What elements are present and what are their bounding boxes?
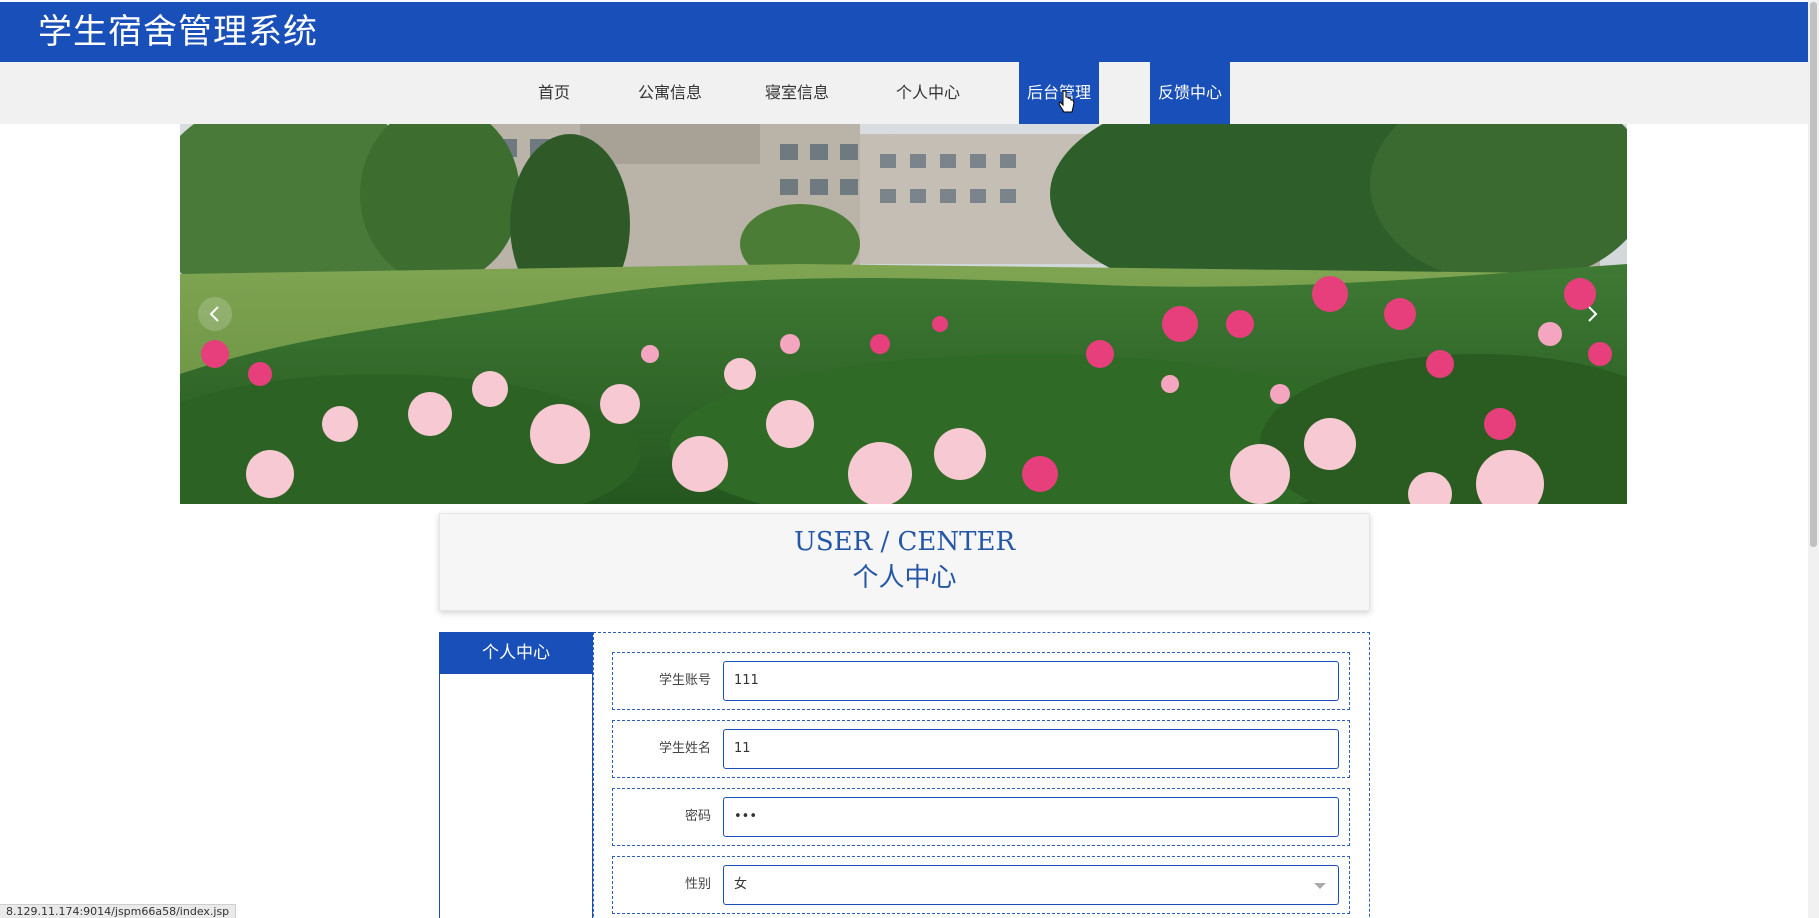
campus-flower-image <box>180 124 1627 504</box>
name-label: 学生姓名 <box>658 741 711 756</box>
chevron-down-icon <box>1314 883 1326 889</box>
main-nav: 首页 公寓信息 寝室信息 个人中心 后台管理 反馈中心 <box>0 62 1808 124</box>
gender-select-value: 女 <box>734 877 748 892</box>
banner-prev-arrow[interactable] <box>198 297 232 331</box>
nav-apartment-info[interactable]: 公寓信息 <box>630 62 710 124</box>
nav-home[interactable]: 首页 <box>523 62 585 124</box>
section-title-chinese: 个人中心 <box>852 563 957 593</box>
account-label: 学生账号 <box>658 673 711 688</box>
sidebar: 个人中心 <box>439 632 593 918</box>
page: 学生宿舍管理系统 首页 公寓信息 寝室信息 个人中心 后台管理 反馈中心 USE… <box>0 0 1819 918</box>
section-title-card: USER / CENTER 个人中心 <box>439 513 1370 611</box>
password-input[interactable]: ••• <box>723 797 1339 837</box>
name-input[interactable]: 11 <box>723 729 1339 769</box>
form-row-password: 密码 ••• <box>612 788 1350 846</box>
mouse-cursor-icon <box>1058 90 1075 113</box>
profile-form: 学生账号 111 学生姓名 11 密码 ••• 性别 女 <box>593 632 1370 918</box>
chevron-right-icon <box>1588 306 1598 322</box>
page-scrollbar[interactable] <box>1808 0 1819 918</box>
nav-personal-center[interactable]: 个人中心 <box>888 62 968 124</box>
nav-dorm-info[interactable]: 寝室信息 <box>757 62 837 124</box>
sidebar-item-personal-center[interactable]: 个人中心 <box>439 632 593 674</box>
scrollbar-thumb[interactable] <box>1810 2 1817 547</box>
form-row-account: 学生账号 111 <box>612 652 1350 710</box>
nav-feedback[interactable]: 反馈中心 <box>1150 62 1230 124</box>
form-row-gender: 性别 女 <box>612 856 1350 914</box>
gender-label: 性别 <box>684 877 711 892</box>
site-title: 学生宿舍管理系统 <box>38 12 318 52</box>
header-bar: 学生宿舍管理系统 <box>0 2 1808 62</box>
account-input[interactable]: 111 <box>723 661 1339 701</box>
chevron-left-icon <box>209 306 219 322</box>
status-bar-url: 8.129.11.174:9014/jspm66a58/index.jsp <box>0 904 237 918</box>
section-title-english: USER / CENTER <box>793 527 1016 557</box>
banner-next-arrow[interactable] <box>1575 297 1609 331</box>
gender-select[interactable]: 女 <box>723 865 1339 905</box>
hero-banner[interactable] <box>180 124 1627 504</box>
password-label: 密码 <box>684 809 711 824</box>
form-row-name: 学生姓名 11 <box>612 720 1350 778</box>
